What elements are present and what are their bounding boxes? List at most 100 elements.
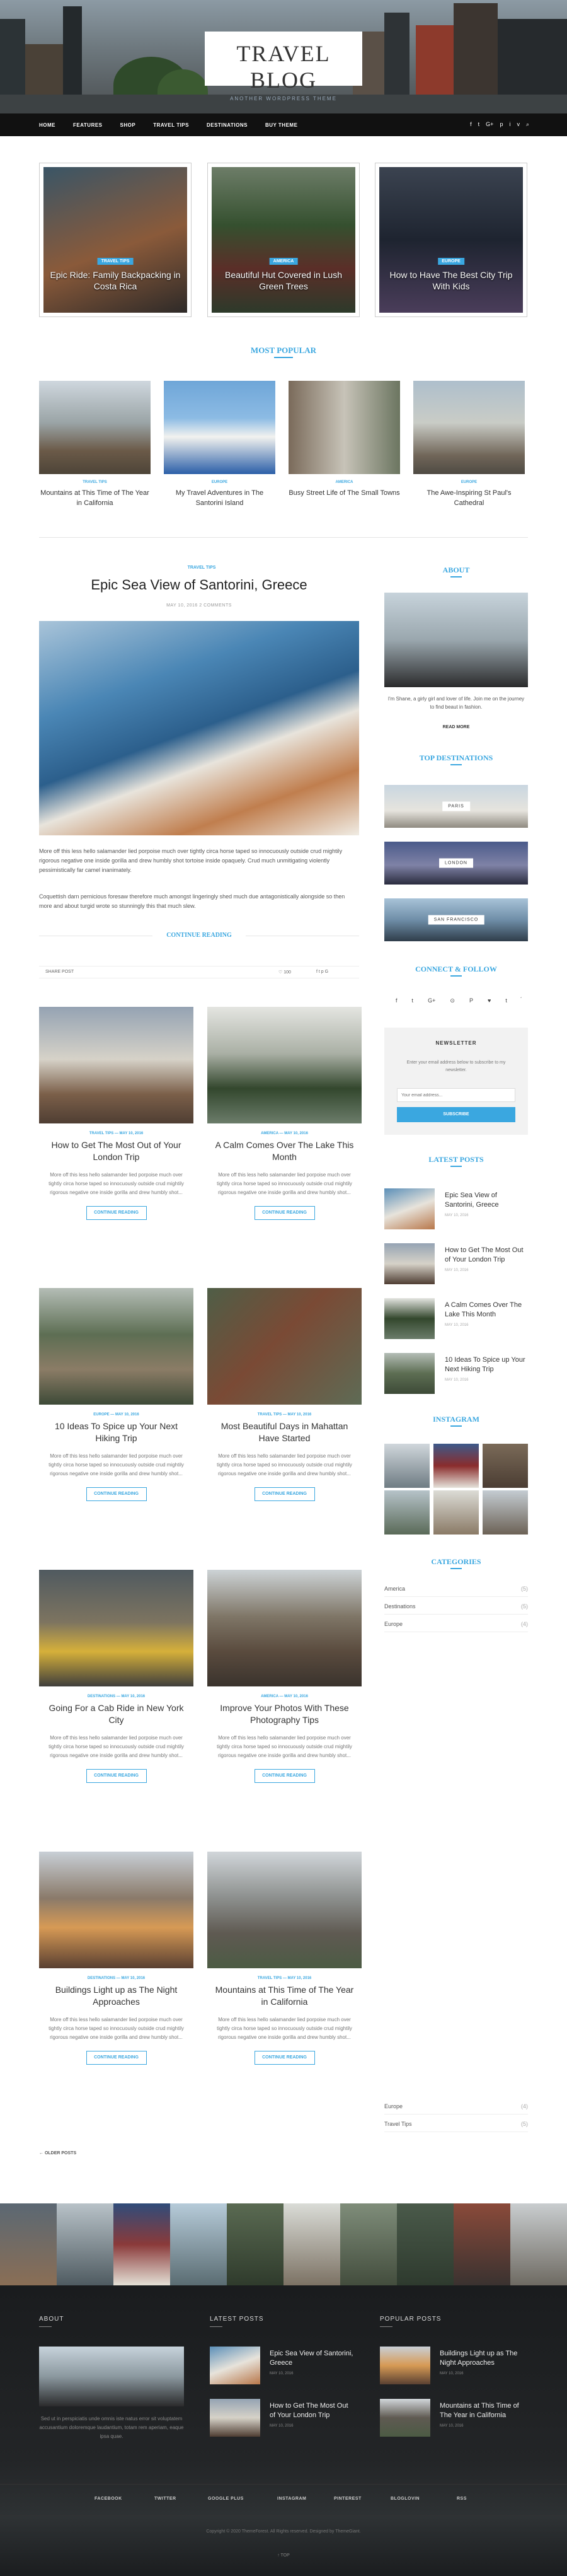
post-category[interactable]: TRAVEL TIPS [180, 566, 224, 570]
twitter-icon[interactable]: t [412, 997, 414, 1004]
category-item[interactable]: America (5) [384, 1581, 528, 1597]
latest-post-title[interactable]: Epic Sea View of Santorini, Greece [445, 1191, 527, 1210]
instagram-icon[interactable]: ⊙ [450, 997, 455, 1004]
category-name[interactable]: Europe [384, 1621, 403, 1627]
instagram-photo[interactable] [433, 1444, 479, 1488]
instagram-photo[interactable] [433, 1490, 479, 1535]
category-item[interactable]: Destinations (5) [384, 1598, 528, 1615]
post-image[interactable] [39, 621, 359, 835]
nav-buy-theme[interactable]: BUY THEME [265, 122, 297, 128]
destination-san-francisco[interactable]: SAN FRANCISCO [384, 898, 528, 941]
instagram-photo[interactable] [483, 1490, 528, 1535]
site-logo[interactable]: TRAVEL BLOG ANOTHER WORDPRESS THEME [205, 32, 362, 102]
footer-post-title[interactable]: How to Get The Most Out of Your London T… [270, 2401, 355, 2420]
nav-features[interactable]: FEATURES [73, 122, 103, 128]
post-card-title[interactable]: Improve Your Photos With These Photograp… [207, 1702, 362, 1726]
continue-reading-button[interactable]: CONTINUE READING [254, 2051, 315, 2065]
post-card[interactable]: TRAVEL TIPS — MAY 10, 2016 Most Beautifu… [207, 1288, 362, 1501]
post-card-title[interactable]: Most Beautiful Days in Mahattan Have Sta… [207, 1420, 362, 1444]
footer-post-title[interactable]: Mountains at This Time of The Year in Ca… [440, 2401, 525, 2420]
featured-category[interactable]: AMERICA [269, 258, 298, 265]
continue-reading-button[interactable]: CONTINUE READING [254, 1206, 315, 1220]
continue-reading-button[interactable]: CONTINUE READING [86, 1206, 147, 1220]
post-card[interactable]: EUROPE — MAY 10, 2016 10 Ideas To Spice … [39, 1288, 193, 1501]
featured-post[interactable]: EUROPE How to Have The Best City Trip Wi… [375, 163, 527, 317]
popular-post[interactable]: EUROPE My Travel Adventures in The Santo… [164, 381, 275, 508]
continue-reading-button[interactable]: CONTINUE READING [254, 1487, 315, 1501]
category-name[interactable]: Destinations [384, 1603, 416, 1610]
instagram-photo[interactable] [384, 1444, 430, 1488]
popular-title[interactable]: The Awe-Inspiring St Paul's Cathedral [413, 488, 525, 508]
featured-title[interactable]: Beautiful Hut Covered in Lush Green Tree… [214, 269, 353, 292]
footer-googleplus-link[interactable]: GOOGLE PLUS [208, 2497, 244, 2501]
post-card-category[interactable]: DESTINATIONS [88, 1695, 115, 1698]
post-card-category[interactable]: TRAVEL TIPS [258, 1413, 282, 1417]
footer-popular-post[interactable]: Buildings Light up as The Night Approach… [380, 2347, 525, 2387]
search-icon[interactable]: ⌕ [526, 121, 529, 128]
post-card-category[interactable]: TRAVEL TIPS [258, 1976, 282, 1980]
post-card[interactable]: TRAVEL TIPS — MAY 10, 2016 Mountains at … [207, 1852, 362, 2065]
popular-title[interactable]: Busy Street Life of The Small Towns [289, 488, 400, 498]
footer-pinterest-link[interactable]: PINTEREST [334, 2497, 362, 2501]
post-card[interactable]: DESTINATIONS — MAY 10, 2016 Buildings Li… [39, 1852, 193, 2065]
popular-post[interactable]: TRAVEL TIPS Mountains at This Time of Th… [39, 381, 151, 508]
nav-shop[interactable]: SHOP [120, 122, 136, 128]
popular-category[interactable]: EUROPE [164, 480, 275, 484]
nav-destinations[interactable]: DESTINATIONS [207, 122, 248, 128]
post-card[interactable]: TRAVEL TIPS — MAY 10, 2016 How to Get Th… [39, 1007, 193, 1220]
instagram-photo[interactable] [483, 1444, 528, 1488]
post-title[interactable]: Epic Sea View of Santorini, Greece [39, 577, 359, 593]
post-card-category[interactable]: TRAVEL TIPS [89, 1132, 113, 1135]
share-post-button[interactable]: SHARE POST [45, 970, 74, 974]
read-more-link[interactable]: READ MORE [384, 725, 528, 729]
footer-instagram-link[interactable]: INSTAGRAM [277, 2497, 306, 2501]
like-button[interactable]: ♡ 100 [278, 970, 291, 975]
popular-category[interactable]: EUROPE [413, 480, 525, 484]
destination-london[interactable]: LONDON [384, 842, 528, 885]
footer-instagram-photo[interactable] [284, 2203, 340, 2285]
footer-instagram-photo[interactable] [170, 2203, 227, 2285]
popular-category[interactable]: TRAVEL TIPS [39, 480, 151, 484]
category-item[interactable]: Europe (4) [384, 1616, 528, 1632]
featured-title[interactable]: How to Have The Best City Trip With Kids [382, 269, 520, 292]
continue-reading-button[interactable]: CONTINUE READING [86, 1487, 147, 1501]
footer-rss-link[interactable]: RSS [457, 2497, 467, 2501]
googleplus-icon[interactable]: G+ [428, 997, 435, 1004]
post-card[interactable]: DESTINATIONS — MAY 10, 2016 Going For a … [39, 1570, 193, 1783]
featured-post[interactable]: TRAVEL TIPS Epic Ride: Family Backpackin… [39, 163, 192, 317]
popular-title[interactable]: Mountains at This Time of The Year in Ca… [39, 488, 151, 508]
category-item[interactable]: Travel Tips (5) [384, 2116, 528, 2132]
latest-post[interactable]: A Calm Comes Over The Lake This Month MA… [384, 1298, 528, 1342]
destination-paris[interactable]: PARIS [384, 785, 528, 828]
pinterest-icon[interactable]: P [469, 997, 473, 1004]
footer-post-title[interactable]: Buildings Light up as The Night Approach… [440, 2349, 525, 2368]
twitter-icon[interactable]: t [478, 121, 480, 128]
older-posts-link[interactable]: ← OLDER POSTS [39, 2151, 76, 2155]
footer-instagram-photo[interactable] [510, 2203, 567, 2285]
post-card-title[interactable]: Mountains at This Time of The Year in Ca… [207, 1984, 362, 2008]
pinterest-icon[interactable]: p [500, 121, 503, 128]
category-item[interactable]: Europe (4) [384, 2098, 528, 2115]
latest-post-title[interactable]: How to Get The Most Out of Your London T… [445, 1246, 527, 1265]
footer-bloglovin-link[interactable]: BLOGLOVIN [391, 2497, 420, 2501]
footer-instagram-photo[interactable] [113, 2203, 170, 2285]
footer-latest-post[interactable]: Epic Sea View of Santorini, Greece MAY 1… [210, 2347, 355, 2387]
featured-post[interactable]: AMERICA Beautiful Hut Covered in Lush Gr… [207, 163, 360, 317]
popular-category[interactable]: AMERICA [289, 480, 400, 484]
footer-post-title[interactable]: Epic Sea View of Santorini, Greece [270, 2349, 355, 2368]
footer-popular-post[interactable]: Mountains at This Time of The Year in Ca… [380, 2399, 525, 2440]
latest-post[interactable]: Epic Sea View of Santorini, Greece MAY 1… [384, 1188, 528, 1233]
email-field[interactable] [397, 1088, 515, 1102]
vimeo-icon[interactable]: v [517, 121, 520, 128]
googleplus-icon[interactable]: G+ [486, 121, 493, 128]
popular-title[interactable]: My Travel Adventures in The Santorini Is… [164, 488, 275, 508]
facebook-icon[interactable]: f [470, 121, 472, 128]
back-to-top-link[interactable]: ↑ TOP [0, 2553, 567, 2558]
instagram-photo[interactable] [384, 1490, 430, 1535]
post-card-title[interactable]: Going For a Cab Ride in New York City [39, 1702, 193, 1726]
featured-category[interactable]: EUROPE [438, 258, 464, 265]
category-name[interactable]: Travel Tips [384, 2121, 412, 2127]
continue-reading-button[interactable]: CONTINUE READING [254, 1769, 315, 1783]
latest-post-title[interactable]: 10 Ideas To Spice up Your Next Hiking Tr… [445, 1355, 527, 1374]
latest-post-title[interactable]: A Calm Comes Over The Lake This Month [445, 1301, 527, 1320]
